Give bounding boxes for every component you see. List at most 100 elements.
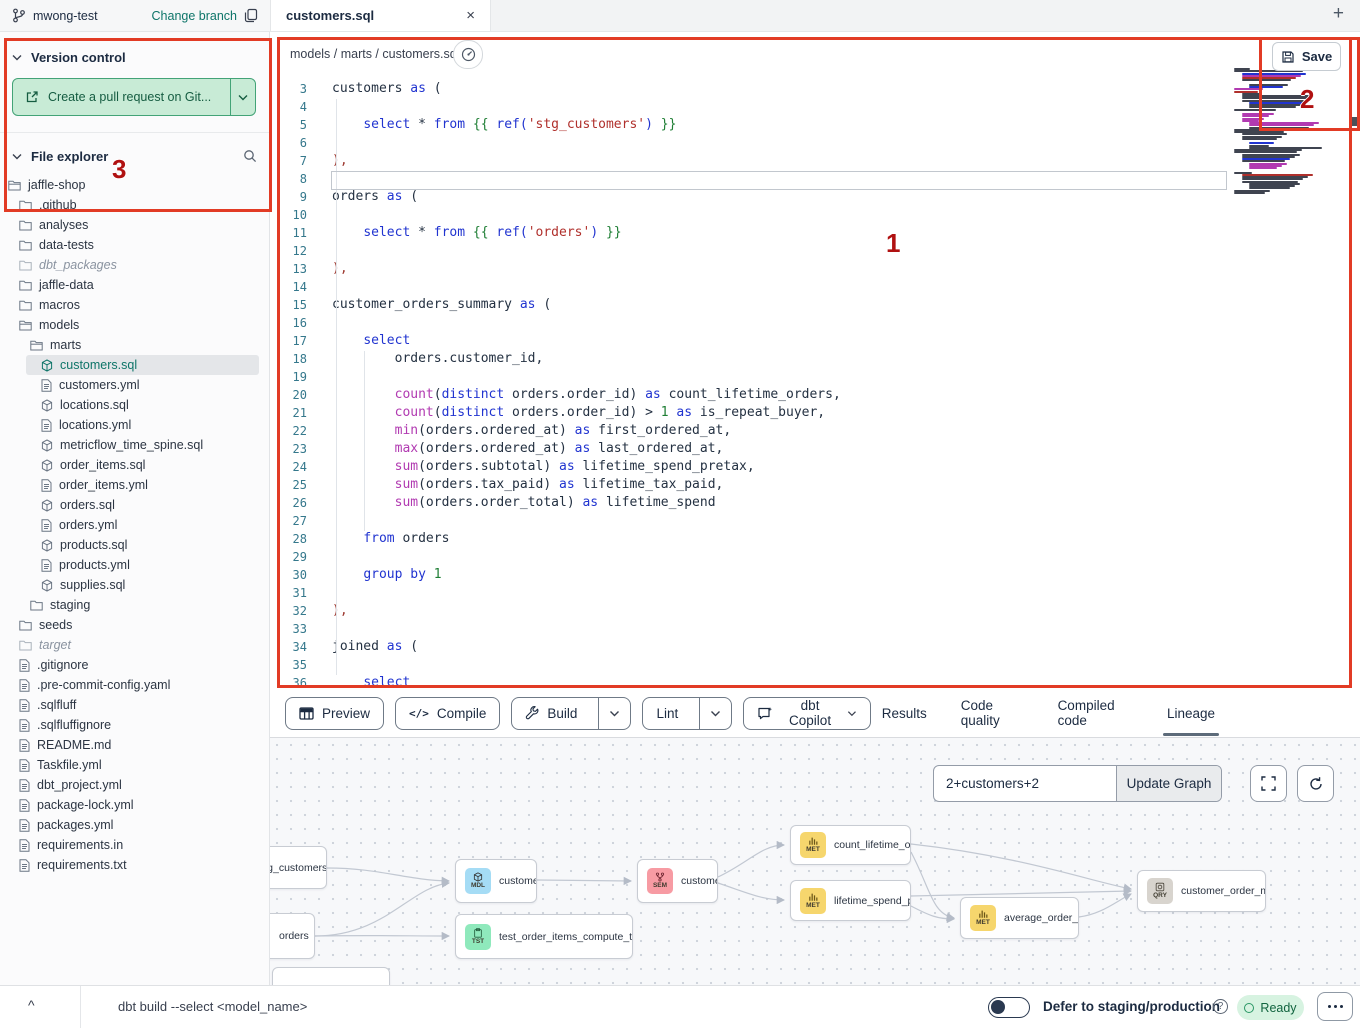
file-tree-item-taskfile-yml[interactable]: Taskfile.yml — [0, 755, 269, 775]
file-tree-item-orders-yml[interactable]: orders.yml — [0, 515, 269, 535]
code-line-36[interactable]: 36 select — [271, 674, 1360, 688]
code-line-9[interactable]: 9orders as ( — [271, 188, 1360, 206]
code-line-35[interactable]: 35 — [271, 656, 1360, 674]
tab-customers-sql[interactable]: customers.sql × — [271, 0, 491, 31]
dbt-copilot-button[interactable]: dbt Copilot — [743, 697, 871, 730]
lineage-node-test-order-items-compute-to-bools-[interactable]: TSTtest_order_items_compute_to_bools... — [455, 914, 633, 959]
file-tree-item-dbt-project-yml[interactable]: dbt_project.yml — [0, 775, 269, 795]
minimap[interactable] — [1232, 68, 1322, 194]
defer-toggle[interactable] — [988, 997, 1030, 1018]
code-line-31[interactable]: 31 — [271, 584, 1360, 602]
code-line-10[interactable]: 10 — [271, 206, 1360, 224]
code-line-13[interactable]: 13), — [271, 260, 1360, 278]
file-tree-item-analyses[interactable]: analyses — [0, 215, 269, 235]
file-tree-item-customers-sql[interactable]: customers.sql — [0, 355, 269, 375]
file-tree-item-target[interactable]: target — [0, 635, 269, 655]
code-line-21[interactable]: 21 count(distinct orders.order_id) > 1 a… — [271, 404, 1360, 422]
code-line-7[interactable]: 7), — [271, 152, 1360, 170]
file-tree-item-order-items-yml[interactable]: order_items.yml — [0, 475, 269, 495]
file-tree-item-requirements-txt[interactable]: requirements.txt — [0, 855, 269, 875]
file-tree-item-customers-yml[interactable]: customers.yml — [0, 375, 269, 395]
file-tree-item--sqlfluff[interactable]: .sqlfluff — [0, 695, 269, 715]
file-tree-item--github[interactable]: .github — [0, 195, 269, 215]
lineage-node-customers[interactable]: SEMcustomers — [637, 859, 718, 903]
more-options-button[interactable] — [1317, 992, 1353, 1021]
save-button[interactable]: Save — [1272, 42, 1341, 71]
file-tree-item-order-items-sql[interactable]: order_items.sql — [0, 455, 269, 475]
code-line-18[interactable]: 18 orders.customer_id, — [271, 350, 1360, 368]
file-tree-item-products-sql[interactable]: products.sql — [0, 535, 269, 555]
create-pr-dropdown[interactable] — [230, 79, 255, 115]
code-line-32[interactable]: 32), — [271, 602, 1360, 620]
lint-dropdown[interactable] — [699, 698, 731, 729]
file-tree-item--gitignore[interactable]: .gitignore — [0, 655, 269, 675]
tab-compiled-code[interactable]: Compiled code — [1058, 689, 1133, 737]
tab-code-quality[interactable]: Code quality — [961, 689, 1024, 737]
file-tree-item-locations-sql[interactable]: locations.sql — [0, 395, 269, 415]
model-health-icon[interactable] — [453, 40, 483, 69]
code-line-34[interactable]: 34joined as ( — [271, 638, 1360, 656]
code-line-27[interactable]: 27 — [271, 512, 1360, 530]
code-line-24[interactable]: 24 sum(orders.subtotal) as lifetime_spen… — [271, 458, 1360, 476]
code-line-5[interactable]: 5 select * from {{ ref('stg_customers') … — [271, 116, 1360, 134]
lineage-panel[interactable]: stg_customersorders MDLcustomers TSTtest_o… — [270, 737, 1360, 985]
build-button[interactable]: Build — [512, 698, 590, 729]
create-pr-main[interactable]: Create a pull request on Git... — [13, 79, 230, 115]
file-tree-item-marts[interactable]: marts — [0, 335, 269, 355]
expand-console-icon[interactable]: ^ — [28, 997, 35, 1013]
file-tree-item-metricflow-time-spine-sql[interactable]: metricflow_time_spine.sql — [0, 435, 269, 455]
file-explorer-header[interactable]: File explorer — [0, 143, 269, 169]
file-tree-item-supplies-sql[interactable]: supplies.sql — [0, 575, 269, 595]
code-line-25[interactable]: 25 sum(orders.tax_paid) as lifetime_tax_… — [271, 476, 1360, 494]
code-line-14[interactable]: 14 — [271, 278, 1360, 296]
code-line-22[interactable]: 22 min(orders.ordered_at) as first_order… — [271, 422, 1360, 440]
version-control-header[interactable]: Version control — [0, 44, 269, 70]
tab-lineage[interactable]: Lineage — [1167, 689, 1215, 737]
file-tree-item-models[interactable]: models — [0, 315, 269, 335]
file-tree-item--pre-commit-config-yaml[interactable]: .pre-commit-config.yaml — [0, 675, 269, 695]
scrollbar-thumb[interactable] — [1350, 117, 1360, 126]
search-icon[interactable] — [243, 149, 257, 163]
lineage-node-customer-order-metrics[interactable]: QRYcustomer_order_metrics — [1137, 870, 1266, 912]
command-input[interactable]: dbt build --select <model_name> — [118, 999, 307, 1014]
lineage-node-partial[interactable] — [272, 967, 390, 985]
close-tab-icon[interactable]: × — [466, 8, 475, 23]
update-graph-button[interactable]: Update Graph — [1116, 766, 1221, 801]
file-tree-item-orders-sql[interactable]: orders.sql — [0, 495, 269, 515]
code-line-17[interactable]: 17 select — [271, 332, 1360, 350]
code-line-29[interactable]: 29 — [271, 548, 1360, 566]
file-tree-item-readme-md[interactable]: README.md — [0, 735, 269, 755]
fullscreen-button[interactable] — [1250, 765, 1287, 802]
code-line-33[interactable]: 33 — [271, 620, 1360, 638]
code-line-3[interactable]: 3customers as ( — [271, 80, 1360, 98]
file-tree-item-requirements-in[interactable]: requirements.in — [0, 835, 269, 855]
new-tab-button[interactable]: + — [1333, 3, 1344, 25]
file-tree-item-jaffle-shop[interactable]: jaffle-shop — [0, 175, 269, 195]
file-tree-item--sqlfluffignore[interactable]: .sqlfluffignore — [0, 715, 269, 735]
file-tree-item-data-tests[interactable]: data-tests — [0, 235, 269, 255]
code-line-20[interactable]: 20 count(distinct orders.order_id) as co… — [271, 386, 1360, 404]
file-tree-item-package-lock-yml[interactable]: package-lock.yml — [0, 795, 269, 815]
lineage-node-lifetime-spend-pretax[interactable]: METlifetime_spend_pretax — [790, 880, 911, 921]
change-branch-link[interactable]: Change branch — [152, 9, 237, 23]
code-line-6[interactable]: 6 — [271, 134, 1360, 152]
code-line-11[interactable]: 11 select * from {{ ref('orders') }} — [271, 224, 1360, 242]
lineage-node-average-order-value[interactable]: METaverage_order_value — [960, 897, 1079, 939]
file-tree-item-packages-yml[interactable]: packages.yml — [0, 815, 269, 835]
lineage-node-customers[interactable]: MDLcustomers — [455, 859, 537, 903]
code-line-16[interactable]: 16 — [271, 314, 1360, 332]
code-editor[interactable]: 23customers as (45 select * from {{ ref(… — [271, 75, 1360, 688]
create-pr-button[interactable]: Create a pull request on Git... — [12, 78, 256, 116]
code-line-28[interactable]: 28 from orders — [271, 530, 1360, 548]
file-tree-item-jaffle-data[interactable]: jaffle-data — [0, 275, 269, 295]
file-tree-item-seeds[interactable]: seeds — [0, 615, 269, 635]
code-line-15[interactable]: 15customer_orders_summary as ( — [271, 296, 1360, 314]
code-line-30[interactable]: 30 group by 1 — [271, 566, 1360, 584]
lint-button[interactable]: Lint — [643, 698, 691, 729]
code-line-19[interactable]: 19 — [271, 368, 1360, 386]
lineage-node-orders[interactable]: orders — [270, 913, 315, 959]
code-line-26[interactable]: 26 sum(orders.order_total) as lifetime_s… — [271, 494, 1360, 512]
preview-button[interactable]: Preview — [285, 697, 384, 730]
lineage-node-stg-customers[interactable]: stg_customers — [270, 846, 327, 889]
file-tree-item-dbt-packages[interactable]: dbt_packages — [0, 255, 269, 275]
